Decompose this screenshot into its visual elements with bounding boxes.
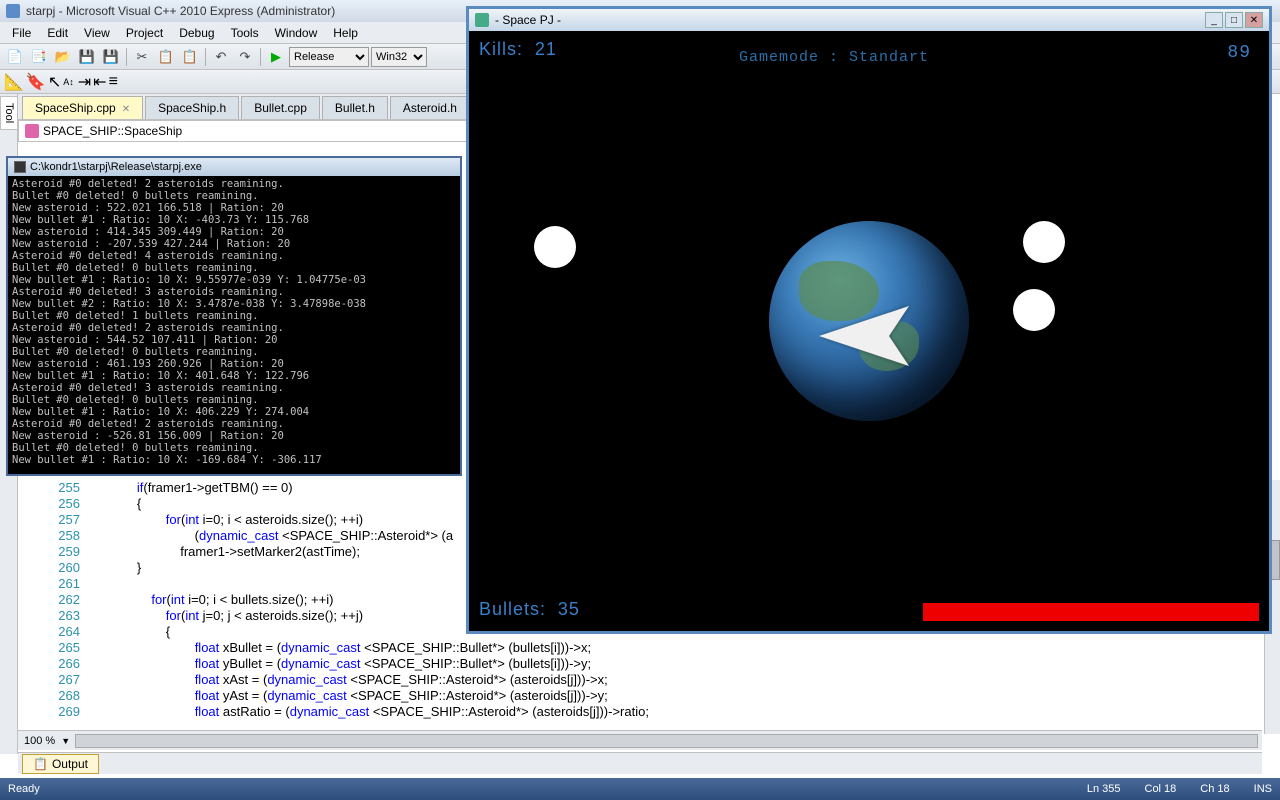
game-window[interactable]: - Space PJ - _ □ ✕ Kills: 21 Gamemode : … (466, 6, 1272, 634)
hud-kills: Kills: 21 (479, 39, 557, 61)
tb2-icon[interactable]: 🔖 (26, 72, 46, 92)
output-icon: 📋 (33, 757, 48, 771)
separator (126, 48, 127, 66)
console-icon (14, 161, 26, 173)
game-canvas[interactable]: Kills: 21 Gamemode : Standart 89 Bullets… (469, 31, 1269, 631)
close-button[interactable]: ✕ (1245, 12, 1263, 28)
save-icon[interactable]: 💾 (76, 47, 98, 67)
comment-icon[interactable]: ≡ (109, 73, 118, 91)
health-bar (923, 603, 1259, 621)
menu-file[interactable]: File (4, 24, 39, 42)
tab-bullet-cpp[interactable]: Bullet.cpp (241, 96, 320, 119)
asteroid-sprite (534, 226, 576, 268)
minimize-button[interactable]: _ (1205, 12, 1223, 28)
open-icon[interactable]: 📂 (52, 47, 74, 67)
separator (260, 48, 261, 66)
undo-icon[interactable]: ↶ (210, 47, 232, 67)
new-project-icon[interactable]: 📄 (4, 47, 26, 67)
tab-spaceship-cpp[interactable]: SpaceShip.cpp✕ (22, 96, 143, 119)
output-tab[interactable]: 📋 Output (22, 754, 99, 774)
platform-select[interactable]: Win32 (371, 47, 427, 67)
status-bar: Ready Ln 355 Col 18 Ch 18 INS (0, 778, 1280, 800)
config-select[interactable]: Release (289, 47, 369, 67)
redo-icon[interactable]: ↷ (234, 47, 256, 67)
save-all-icon[interactable]: 💾 (100, 47, 122, 67)
status-ready: Ready (8, 783, 40, 795)
status-ins: INS (1254, 783, 1272, 795)
console-window[interactable]: C:\kondr1\starpj\Release\starpj.exe Aste… (6, 156, 462, 476)
cut-icon[interactable]: ✂ (131, 47, 153, 67)
tab-spaceship-h[interactable]: SpaceShip.h (145, 96, 239, 119)
menu-debug[interactable]: Debug (171, 24, 222, 42)
status-line: Ln 355 (1087, 783, 1121, 795)
hud-bullets: Bullets: 35 (479, 599, 580, 621)
console-output: Asteroid #0 deleted! 2 asteroids reamini… (8, 176, 460, 468)
status-col: Col 18 (1145, 783, 1177, 795)
tab-bullet-h[interactable]: Bullet.h (322, 96, 388, 119)
asteroid-sprite (1013, 289, 1055, 331)
class-icon (25, 124, 39, 138)
close-icon[interactable]: ✕ (122, 104, 130, 115)
game-titlebar[interactable]: - Space PJ - _ □ ✕ (469, 9, 1269, 31)
zoom-select[interactable]: 100 % (18, 735, 61, 747)
add-item-icon[interactable]: 📑 (28, 47, 50, 67)
indent-icon[interactable]: ⇥ (78, 72, 91, 92)
tab-asteroid-h[interactable]: Asteroid.h (390, 96, 470, 119)
output-panel-tabs: 📋 Output (18, 752, 1262, 774)
asteroid-sprite (1023, 221, 1065, 263)
menu-help[interactable]: Help (325, 24, 366, 42)
status-ch: Ch 18 (1200, 783, 1229, 795)
start-debug-icon[interactable]: ▶ (265, 47, 287, 67)
line-gutter: 2552562572582592602612622632642652662672… (18, 480, 88, 734)
side-tab-toolbox[interactable]: Tool (0, 96, 18, 130)
menu-edit[interactable]: Edit (39, 24, 76, 42)
zoom-bar: 100 % ▼ (18, 730, 1262, 750)
maximize-button[interactable]: □ (1225, 12, 1243, 28)
menu-project[interactable]: Project (118, 24, 171, 42)
separator (205, 48, 206, 66)
vs-app-icon (6, 4, 20, 18)
dropdown-icon[interactable]: ▼ (61, 736, 71, 746)
vs-title: starpj - Microsoft Visual C++ 2010 Expre… (26, 4, 335, 18)
tb2-icon[interactable]: 📐 (4, 72, 24, 92)
menu-tools[interactable]: Tools (223, 24, 267, 42)
menu-window[interactable]: Window (267, 24, 326, 42)
horizontal-scrollbar[interactable] (75, 734, 1258, 748)
hud-score: 89 (1227, 43, 1251, 63)
copy-icon[interactable]: 📋 (155, 47, 177, 67)
menu-view[interactable]: View (76, 24, 118, 42)
hud-gamemode: Gamemode : Standart (739, 49, 929, 66)
cursor-icon[interactable]: ↖ (48, 72, 61, 92)
text-size-icon[interactable]: A↕ (63, 77, 74, 87)
outdent-icon[interactable]: ⇤ (93, 72, 106, 92)
paste-icon[interactable]: 📋 (179, 47, 201, 67)
game-app-icon (475, 13, 489, 27)
console-titlebar[interactable]: C:\kondr1\starpj\Release\starpj.exe (8, 158, 460, 176)
